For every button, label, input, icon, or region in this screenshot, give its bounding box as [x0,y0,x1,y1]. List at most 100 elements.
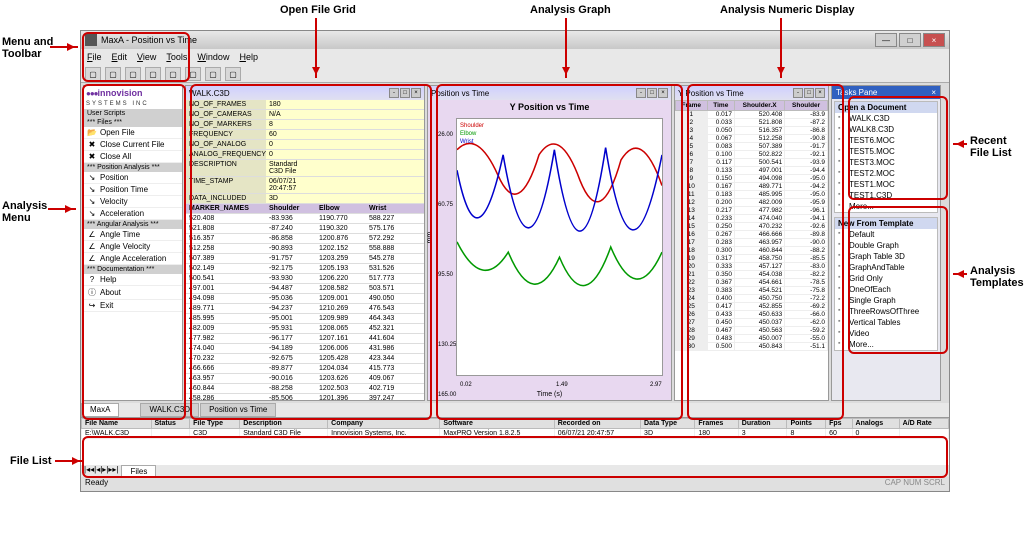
template-item[interactable]: Video [835,328,937,339]
num-col-header[interactable]: Shoulder.X [735,101,785,111]
menu-help[interactable]: Help [239,52,258,62]
table-row[interactable]: 70.117500.541-93.9 [676,159,828,167]
meta-row[interactable]: NO_OF_ANALOG0 [186,140,424,150]
meta-row[interactable]: TIME_STAMP06/07/21 20:47:57 [186,177,424,194]
data-row[interactable]: 497.001-94.4871208.582503.571 [186,284,424,294]
tab-analysis[interactable]: Position vs Time [200,403,276,417]
recent-more[interactable]: More... [835,201,937,212]
table-row[interactable]: 290.483450.007-55.0 [676,335,828,343]
table-row[interactable]: 170.283463.957-90.0 [676,239,828,247]
recent-file-item[interactable]: TEST2.MOC [835,168,937,179]
panel-min-icon[interactable]: - [636,88,646,98]
file-col-header[interactable]: File Name [82,419,152,429]
taskpane-title[interactable]: Tasks Pane× [832,86,940,99]
file-col-header[interactable]: Recorded on [554,419,640,429]
recent-file-item[interactable]: TEST6.MOC [835,135,937,146]
file-col-header[interactable]: A/D Rate [899,419,948,429]
chart-header[interactable]: Position vs Time - □ × [428,86,671,100]
data-row[interactable]: 470.232-92.6751205.428423.344 [186,354,424,364]
file-col-header[interactable]: Fps [826,419,852,429]
recent-file-item[interactable]: TEST3.MOC [835,157,937,168]
table-row[interactable]: 150.250470.232-92.6 [676,223,828,231]
tab-files[interactable]: Files [121,465,156,477]
paste-icon[interactable]: ▢ [185,67,201,81]
meta-row[interactable]: NO_OF_FRAMES180 [186,100,424,110]
data-row[interactable]: 507.389-91.7571203.259545.278 [186,254,424,264]
file-col-header[interactable]: Analogs [852,419,899,429]
file-row[interactable]: E:\WALK.C3DC3DStandard C3D FileInnovisio… [82,429,949,439]
file-col-header[interactable]: Duration [738,419,787,429]
table-row[interactable]: 50.083507.389-91.7 [676,143,828,151]
menu-item-about[interactable]: ⓘAbout [84,286,182,300]
menu-item-velocity[interactable]: ↘Velocity [84,196,182,208]
recent-file-item[interactable]: TEST1.MOC [835,179,937,190]
print-icon[interactable]: ▢ [205,67,221,81]
template-item[interactable]: Double Graph [835,240,937,251]
open-doc-header[interactable]: Open a Document [835,102,937,113]
data-row[interactable]: 500.541-93.9301206.220517.773 [186,274,424,284]
template-item[interactable]: OneOfEach [835,284,937,295]
new-icon[interactable]: ▢ [85,67,101,81]
maximize-button[interactable]: □ [899,33,921,47]
table-row[interactable]: 280.467450.563-59.2 [676,327,828,335]
num-col-header[interactable]: Shoulder [785,101,828,111]
recent-file-item[interactable]: TEST5.MOC [835,146,937,157]
menu-item-position-time[interactable]: ↘Position Time [84,184,182,196]
menu-item-angle-time[interactable]: ∠Angle Time [84,229,182,241]
panel-max-icon[interactable]: □ [647,88,657,98]
recent-file-item[interactable]: WALK8.C3D [835,124,937,135]
tab-file[interactable]: WALK.C3D [140,403,199,417]
meta-row[interactable]: NO_OF_CAMERASN/A [186,110,424,120]
titlebar[interactable]: MaxA - Position vs Time — □ × [81,31,949,49]
data-row[interactable]: 485.995-95.0011209.989464.343 [186,314,424,324]
panel-max-icon[interactable]: □ [400,88,410,98]
file-col-header[interactable]: Points [787,419,826,429]
data-row[interactable]: 482.009-95.9311208.065452.321 [186,324,424,334]
meta-row[interactable]: DESCRIPTIONStandard C3D File [186,160,424,177]
close-button[interactable]: × [923,33,945,47]
table-row[interactable]: 200.333457.127-83.0 [676,263,828,271]
minimize-button[interactable]: — [875,33,897,47]
data-row[interactable]: 460.844-88.2581202.503402.719 [186,384,424,394]
templates-header[interactable]: New From Template [835,218,937,229]
menu-item-help[interactable]: ?Help [84,274,182,286]
table-row[interactable]: 190.317458.750-85.5 [676,255,828,263]
menu-item-acceleration[interactable]: ↘Acceleration [84,208,182,220]
file-col-header[interactable]: Description [240,419,328,429]
data-row[interactable]: 463.957-90.0161203.626409.067 [186,374,424,384]
file-col-header[interactable]: Software [440,419,554,429]
grid-header[interactable]: WALK.C3D - □ × [186,86,424,100]
menu-window[interactable]: Window [197,52,229,62]
help-icon[interactable]: ▢ [225,67,241,81]
table-row[interactable]: 230.383454.521-75.8 [676,287,828,295]
table-row[interactable]: 220.367454.661-78.5 [676,279,828,287]
recent-file-item[interactable]: TEST1.C3D [835,190,937,201]
template-item[interactable]: Default [835,229,937,240]
template-item[interactable]: Vertical Tables [835,317,937,328]
menu-file[interactable]: File [87,52,102,62]
templates-more[interactable]: More... [835,339,937,350]
copy-icon[interactable]: ▢ [165,67,181,81]
data-row[interactable]: 494.098-95.0361209.001490.050 [186,294,424,304]
data-row[interactable]: 516.357-86.8581200.876572.292 [186,234,424,244]
template-item[interactable]: ThreeRowsOfThree [835,306,937,317]
template-item[interactable]: GraphAndTable [835,262,937,273]
data-row[interactable]: 474.040-94.1891206.006431.986 [186,344,424,354]
table-row[interactable]: 270.450450.037-62.0 [676,319,828,327]
data-row[interactable]: 512.258-90.8931202.152558.888 [186,244,424,254]
file-col-header[interactable]: Status [151,419,190,429]
panel-close-icon[interactable]: × [815,88,825,98]
tab-maxa[interactable]: MaxA [81,403,119,417]
table-row[interactable]: 210.350454.038-82.2 [676,271,828,279]
file-col-header[interactable]: File Type [190,419,240,429]
table-row[interactable]: 110.183485.995-95.0 [676,191,828,199]
meta-row[interactable]: DATA_INCLUDED3D [186,194,424,204]
template-item[interactable]: Grid Only [835,273,937,284]
menu-item-angle-acceleration[interactable]: ∠Angle Acceleration [84,253,182,265]
table-row[interactable]: 30.050516.357-86.8 [676,127,828,135]
menu-view[interactable]: View [137,52,156,62]
data-row[interactable]: 477.982-96.1771207.161441.604 [186,334,424,344]
table-row[interactable]: 20.033521.808-87.2 [676,119,828,127]
save-icon[interactable]: ▢ [125,67,141,81]
table-row[interactable]: 240.400450.750-72.2 [676,295,828,303]
